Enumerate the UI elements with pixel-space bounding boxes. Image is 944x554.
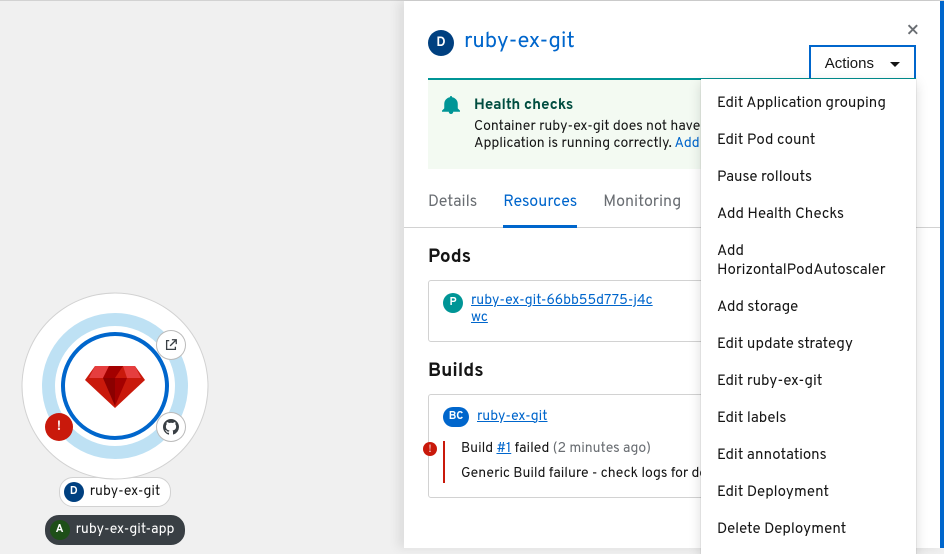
build-status-suffix: failed [511, 441, 549, 458]
bell-icon [442, 96, 460, 120]
close-icon[interactable]: × [906, 19, 920, 46]
actions-menu: Edit Application grouping Edit Pod count… [701, 79, 916, 554]
group-label-text: ruby-ex-git-app [76, 522, 175, 539]
deployment-badge: D [64, 482, 84, 502]
build-timestamp: (2 minutes ago) [553, 441, 651, 458]
menu-edit-annotations[interactable]: Edit annotations [701, 437, 916, 474]
menu-edit-app-grouping[interactable]: Edit Application grouping [701, 85, 916, 122]
tab-monitoring[interactable]: Monitoring [603, 193, 681, 227]
menu-add-storage[interactable]: Add storage [701, 289, 916, 326]
group-label[interactable]: A ruby-ex-git-app [45, 515, 186, 545]
side-panel: × D ruby-ex-git Actions Health checks Co… [404, 1, 944, 548]
tab-resources[interactable]: Resources [503, 193, 577, 228]
ruby-logo-icon [83, 362, 147, 410]
menu-edit-labels[interactable]: Edit labels [701, 400, 916, 437]
pod-link[interactable]: ruby-ex-git-66bb55d775-j4cwc [471, 293, 661, 327]
build-error-icon: ! [423, 442, 437, 456]
node-label-text: ruby-ex-git [90, 484, 161, 501]
tab-details[interactable]: Details [428, 193, 477, 227]
node-label[interactable]: D ruby-ex-git [59, 477, 172, 507]
menu-add-hpa[interactable]: Add HorizontalPodAutoscaler [701, 233, 916, 289]
panel-title-text: ruby-ex-git [464, 29, 575, 56]
application-badge: A [50, 520, 70, 540]
buildconfig-badge: BC [443, 407, 469, 427]
menu-pause-rollouts[interactable]: Pause rollouts [701, 159, 916, 196]
pod-badge: P [443, 293, 463, 313]
buildconfig-link[interactable]: ruby-ex-git [477, 409, 548, 426]
menu-edit-resource[interactable]: Edit ruby-ex-git [701, 363, 916, 400]
external-link-icon[interactable] [157, 331, 185, 359]
menu-edit-deployment[interactable]: Edit Deployment [701, 474, 916, 511]
build-number-link[interactable]: #1 [496, 441, 511, 458]
error-icon[interactable] [45, 413, 73, 441]
topology-node[interactable]: D ruby-ex-git A ruby-ex-git-app [20, 291, 210, 545]
menu-edit-pod-count[interactable]: Edit Pod count [701, 122, 916, 159]
menu-edit-update-strategy[interactable]: Edit update strategy [701, 326, 916, 363]
deployment-badge: D [428, 30, 454, 56]
build-status-prefix: Build [461, 441, 496, 458]
topology-canvas[interactable]: D ruby-ex-git A ruby-ex-git-app × D ruby… [0, 0, 944, 547]
menu-add-health-checks[interactable]: Add Health Checks [701, 196, 916, 233]
menu-delete-deployment[interactable]: Delete Deployment [701, 511, 916, 548]
alert-body-2: Application is running correctly. [474, 136, 674, 153]
github-icon[interactable] [157, 413, 185, 441]
actions-button[interactable]: Actions [809, 45, 916, 82]
